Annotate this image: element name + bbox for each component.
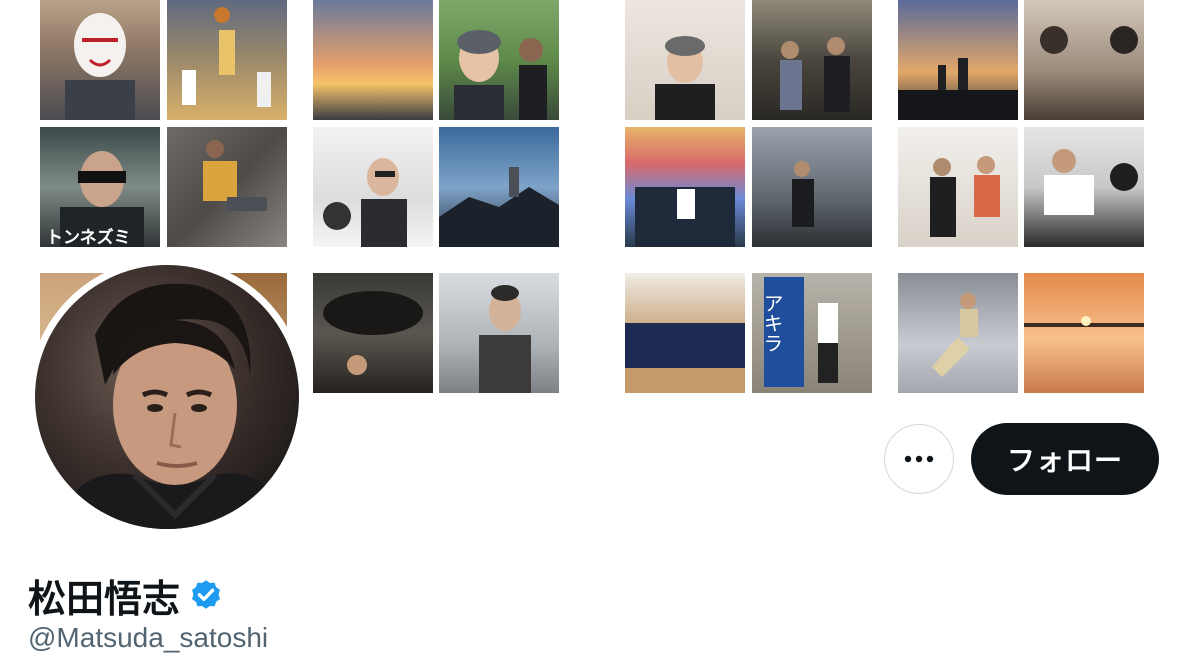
banner-photo	[898, 273, 1018, 393]
banner-photo	[898, 0, 1018, 120]
follow-button[interactable]: フォロー	[971, 423, 1159, 495]
banner-photo	[625, 0, 745, 120]
more-options-button[interactable]	[884, 424, 954, 494]
banner-banner-text: アキラ	[760, 293, 784, 353]
banner-photo	[439, 0, 559, 120]
profile-name-row: 松田悟志	[28, 568, 224, 623]
verified-badge-icon[interactable]	[188, 578, 224, 614]
banner-photo	[167, 127, 287, 247]
banner-photo	[439, 127, 559, 247]
banner-photo	[1024, 273, 1144, 393]
banner-photo	[1024, 127, 1144, 247]
profile-handle: @Matsuda_satoshi	[28, 622, 269, 653]
profile-display-name: 松田悟志	[28, 577, 181, 621]
banner-photo	[1024, 0, 1144, 120]
banner-photo	[625, 127, 745, 247]
follow-button-label: フォロー	[1006, 444, 1123, 477]
banner-photo	[40, 0, 160, 120]
banner-photo: トンネズミ	[40, 127, 160, 247]
banner-photo	[439, 273, 559, 393]
banner-photo	[898, 127, 1018, 247]
banner-photo	[313, 0, 433, 120]
banner-poster-title: トンネズミ	[46, 227, 131, 247]
banner-photo	[752, 0, 872, 120]
profile-avatar[interactable]	[35, 265, 299, 529]
banner-photo	[313, 273, 433, 393]
banner-photo: アキラ	[752, 273, 872, 393]
avatar-border	[28, 258, 306, 536]
banner-photo	[625, 273, 745, 393]
banner-photo	[752, 127, 872, 247]
banner-photo	[167, 0, 287, 120]
more-horizontal-icon	[904, 450, 934, 468]
banner-photo	[313, 127, 433, 247]
